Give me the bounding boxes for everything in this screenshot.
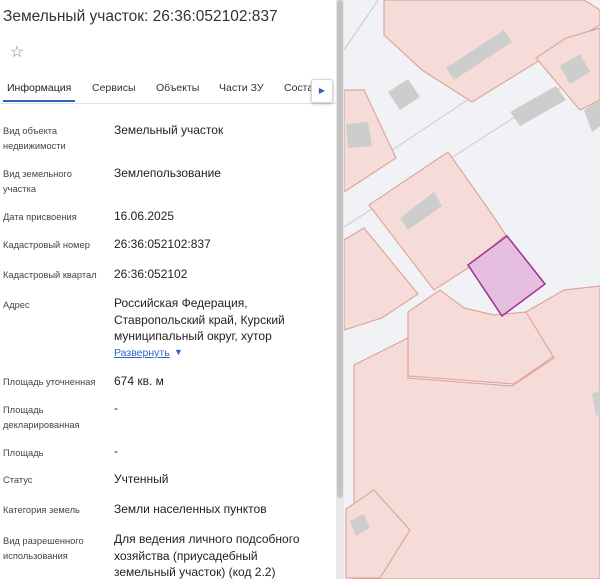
tab-composition[interactable]: Соста	[284, 82, 313, 94]
building	[388, 79, 420, 110]
tab-bar: Информация Сервисы Объекты Части ЗУ Сост…	[0, 76, 336, 104]
building	[346, 122, 372, 148]
expand-address-link[interactable]: Развернуть	[114, 347, 170, 359]
field-value-assignment-date: 16.06.2025	[114, 209, 175, 223]
land-parcel[interactable]	[407, 289, 555, 385]
road-edge	[344, 0, 379, 51]
field-value-area-declared: -	[114, 401, 118, 415]
field-label-cadastral-quarter: Кадастровый квартал	[3, 270, 97, 280]
field-label-address: Адрес	[3, 300, 30, 310]
tab-services[interactable]: Сервисы	[92, 82, 136, 94]
field-label-area-declared: Площадь декларированная	[3, 405, 80, 430]
tabs-divider	[0, 103, 336, 104]
field-label-cadastral-number: Кадастровый номер	[3, 240, 90, 250]
field-value-address: Российская Федерация, Ставропольский кра…	[114, 296, 285, 343]
field-value-status: Учтенный	[114, 472, 169, 486]
field-label-assignment-date: Дата присвоения	[3, 212, 77, 222]
field-label-status: Статус	[3, 475, 33, 485]
field-label-land-category: Категория земель	[3, 505, 80, 515]
field-value-permitted-use: Для ведения личного подсобного хозяйства…	[114, 532, 300, 579]
favorite-star-icon[interactable]: ☆	[7, 43, 27, 63]
field-value-cadastral-quarter: 26:36:052102	[114, 267, 188, 281]
page-title: Земельный участок: 26:36:052102:837	[3, 8, 278, 25]
cadastral-map[interactable]	[344, 0, 600, 579]
field-label-parcel-type: Вид земельного участка	[3, 169, 72, 194]
field-label-area-refined: Площадь уточненная	[3, 377, 96, 387]
field-label-object-type: Вид объекта недвижимости	[3, 126, 66, 151]
chevron-down-icon[interactable]: ▼	[174, 347, 183, 357]
building	[510, 86, 566, 126]
info-panel: Земельный участок: 26:36:052102:837 ☆ Ин…	[0, 0, 336, 579]
field-value-parcel-type: Землепользование	[114, 166, 221, 180]
field-value-area: -	[114, 444, 118, 458]
field-value-area-refined: 674 кв. м	[114, 374, 164, 388]
field-label-permitted-use: Вид разрешенного использования	[3, 536, 84, 561]
field-value-land-category: Земли населенных пунктов	[114, 502, 267, 516]
scrollbar-thumb[interactable]	[337, 0, 343, 498]
tab-parcel-parts[interactable]: Части ЗУ	[219, 82, 264, 94]
panel-scrollbar[interactable]	[336, 0, 344, 579]
active-tab-underline	[3, 100, 75, 102]
field-value-object-type: Земельный участок	[114, 123, 224, 137]
field-value-cadastral-number: 26:36:052102:837	[114, 237, 211, 251]
field-label-area: Площадь	[3, 448, 44, 458]
tab-objects[interactable]: Объекты	[156, 82, 199, 94]
chevron-right-icon[interactable]: ▶	[311, 79, 333, 103]
map-canvas[interactable]	[344, 0, 600, 579]
tab-information[interactable]: Информация	[7, 82, 71, 94]
